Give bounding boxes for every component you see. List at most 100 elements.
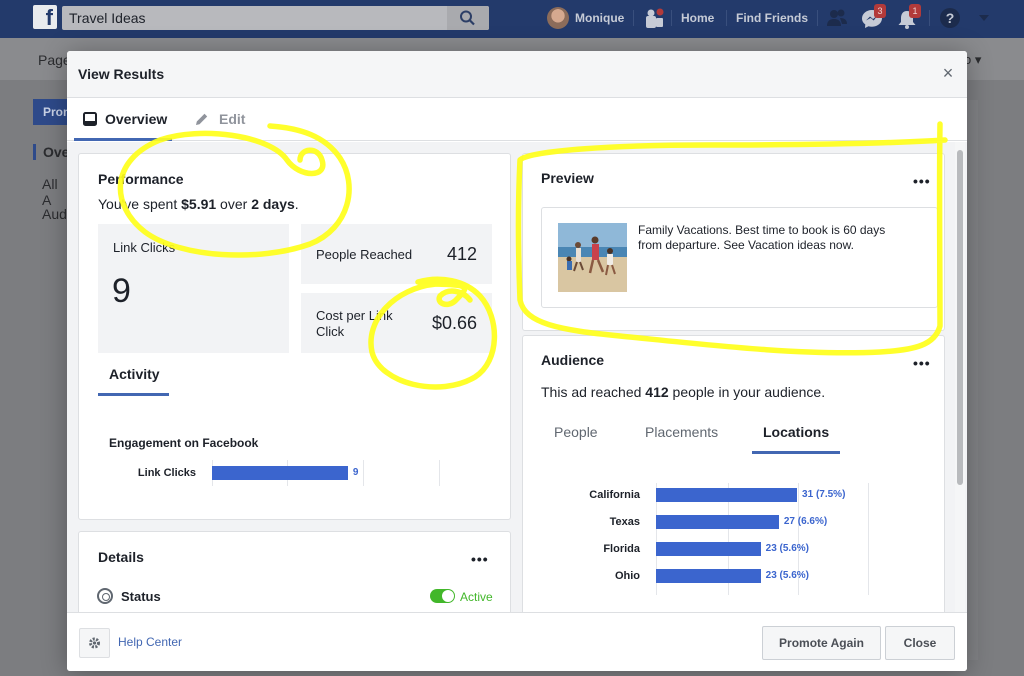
tab-locations[interactable]: Locations	[752, 424, 841, 454]
status-value: Active	[460, 590, 493, 604]
tab-overview[interactable]: Overview	[74, 98, 172, 141]
beach-family-image-icon	[558, 223, 627, 292]
details-card: Details ••• Status Active	[78, 531, 511, 612]
background-right-panel	[966, 100, 978, 660]
gear-icon	[89, 637, 100, 649]
search-icon	[460, 10, 475, 26]
home-link[interactable]: Home	[681, 0, 714, 38]
chart-bar	[656, 569, 761, 583]
help-center-link[interactable]: Help Center	[118, 635, 182, 649]
performance-title: Performance	[98, 171, 184, 187]
preview-more-options-icon[interactable]: •••	[913, 174, 931, 188]
cost-per-click-label: Cost per Link Click	[316, 308, 393, 339]
nav-divider	[633, 10, 634, 26]
profile-avatar[interactable]	[547, 7, 569, 29]
details-more-options-icon[interactable]: •••	[471, 552, 489, 566]
spent-days: 2 days	[251, 196, 295, 212]
content-scrollbar[interactable]	[955, 142, 965, 612]
spent-amount: $5.91	[181, 196, 217, 212]
search-button[interactable]	[447, 6, 489, 30]
notifications-badge: 1	[909, 4, 921, 18]
nav-divider	[726, 10, 727, 26]
performance-card: Performance You've spent $5.91 over 2 da…	[78, 153, 511, 520]
find-friends-link[interactable]: Find Friends	[736, 0, 808, 38]
settings-button[interactable]	[79, 628, 110, 658]
ad-text: Family Vacations. Best time to book is 6…	[638, 223, 886, 252]
preview-card: Preview ••• Family Vacations. Best time …	[522, 153, 945, 331]
link-clicks-metric: Link Clicks 9	[98, 224, 289, 353]
ad-image	[558, 223, 627, 292]
search-input[interactable]	[62, 6, 446, 30]
nav-divider	[671, 10, 672, 26]
nav-divider	[817, 10, 818, 26]
chart-bar	[656, 542, 761, 556]
chart-gridline	[439, 460, 440, 486]
create-people-icon[interactable]	[643, 7, 667, 31]
chart-value-label: 23 (5.6%)	[765, 570, 809, 581]
pencil-icon	[196, 113, 208, 125]
chart-value-label: 23 (5.6%)	[765, 543, 809, 554]
chart-bar	[656, 488, 798, 502]
scrollbar-thumb[interactable]	[957, 150, 963, 485]
chart-category-label: Ohio	[614, 570, 640, 582]
chart-value-label: 27 (6.6%)	[783, 516, 828, 527]
engagement-title: Engagement on Facebook	[109, 436, 259, 450]
background-sidebar-item[interactable]: Ove	[33, 144, 68, 160]
tab-edit[interactable]: Edit	[195, 98, 255, 141]
background-promote-button[interactable]: Prom	[33, 99, 68, 125]
preview-title: Preview	[541, 170, 594, 186]
account-menu-chevron-down-icon[interactable]	[978, 13, 990, 23]
dialog-content[interactable]: Performance You've spent $5.91 over 2 da…	[67, 142, 967, 612]
ad-preview[interactable]: Family Vacations. Best time to book is 6…	[541, 207, 938, 308]
spent-prefix: You've spent	[98, 196, 182, 212]
dialog-tabs: Overview Edit	[67, 98, 967, 141]
reach-prefix: This ad reached	[541, 384, 646, 400]
chart-bar	[656, 515, 779, 529]
background-sidebar-item[interactable]: All A	[33, 176, 68, 208]
friend-requests-icon[interactable]	[826, 8, 848, 28]
tab-placements[interactable]: Placements	[645, 424, 718, 440]
status-radio-icon	[97, 588, 113, 604]
audience-reach-summary: This ad reached 412 people in your audie…	[541, 384, 825, 400]
chart-category-label: California	[589, 489, 640, 501]
details-title: Details	[98, 549, 144, 565]
nav-divider	[929, 10, 930, 26]
status-label: Status	[121, 589, 161, 604]
chart-gridline	[868, 483, 869, 595]
tab-overview-label: Overview	[105, 111, 168, 127]
people-reached-label: People Reached	[316, 247, 413, 262]
profile-name-link[interactable]: Monique	[575, 0, 624, 38]
tab-activity[interactable]: Activity	[98, 363, 169, 396]
background-sidebar-item[interactable]: Aud	[33, 206, 68, 222]
help-icon[interactable]: ?	[939, 7, 961, 29]
close-button[interactable]: Close	[885, 626, 955, 660]
spent-suffix: .	[294, 196, 299, 212]
chart-category-label: Link Clicks	[137, 467, 196, 479]
facebook-logo-icon[interactable]: f	[33, 5, 57, 29]
dialog-header: View Results ×	[67, 51, 967, 98]
chart-value-label: 31 (7.5%)	[802, 489, 846, 500]
people-reached-metric: People Reached 412	[301, 224, 492, 284]
overview-tablet-icon	[83, 112, 97, 126]
search-box	[62, 6, 489, 30]
chart-category-label: Florida	[603, 543, 640, 555]
link-clicks-value: 9	[112, 272, 131, 310]
messages-badge: 3	[874, 4, 886, 18]
status-toggle[interactable]	[430, 589, 455, 603]
chart-category-label: Texas	[609, 516, 640, 528]
audience-more-options-icon[interactable]: •••	[913, 356, 931, 370]
reach-suffix: people in your audience.	[668, 384, 826, 400]
pages-link[interactable]: Page	[38, 52, 71, 68]
close-icon[interactable]: ×	[940, 64, 956, 82]
tab-edit-label: Edit	[219, 111, 246, 127]
tab-people[interactable]: People	[554, 424, 598, 440]
reach-count: 412	[645, 384, 669, 400]
promote-again-button[interactable]: Promote Again	[762, 626, 881, 660]
top-navigation-bar: f Monique Home Find Friends 3 1	[0, 0, 1024, 38]
dialog-title: View Results	[78, 66, 165, 82]
people-reached-value: 412	[446, 244, 477, 264]
dialog-footer: Help Center Promote Again Close	[67, 612, 967, 671]
chart-value-label: 9	[352, 467, 359, 478]
audience-title: Audience	[541, 352, 605, 368]
audience-card: Audience ••• This ad reached 412 people …	[522, 335, 945, 612]
